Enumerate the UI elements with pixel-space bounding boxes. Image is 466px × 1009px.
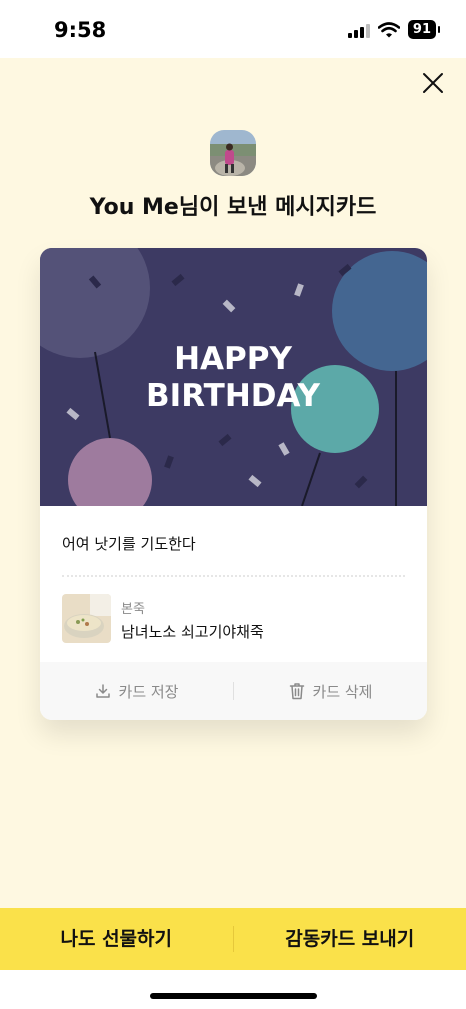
trash-icon: [289, 683, 304, 700]
bottom-action-bar: 나도 선물하기 감동카드 보내기: [0, 908, 466, 970]
home-indicator-area: [0, 970, 466, 1009]
card-art-line1: HAPPY: [174, 341, 292, 377]
send-card-button[interactable]: 감동카드 보내기: [234, 908, 466, 970]
download-icon: [95, 684, 110, 698]
battery-indicator: 91: [407, 20, 441, 39]
card-message: 어여 낫기를 기도한다: [62, 535, 196, 553]
gift-name: 남녀노소 쇠고기야채죽: [121, 623, 264, 641]
delete-card-label: 카드 삭제: [312, 682, 373, 701]
gift-brand: 본죽: [121, 602, 145, 617]
page-title: You Me님이 보낸 메시지카드: [89, 195, 377, 220]
close-icon: [423, 73, 443, 93]
message-card: HAPPY BIRTHDAY 어여 낫기를 기도한다 본죽 남녀노소 쇠고기야채…: [40, 248, 427, 720]
sender-avatar: [210, 130, 256, 176]
card-art-line2: BIRTHDAY: [146, 378, 320, 414]
save-card-label: 카드 저장: [118, 682, 179, 701]
delete-card-button[interactable]: 카드 삭제: [234, 662, 427, 720]
card-actions: 카드 저장 카드 삭제: [40, 662, 427, 720]
wifi-icon: [377, 21, 400, 37]
close-button[interactable]: [418, 68, 448, 98]
birthday-card-image: HAPPY BIRTHDAY: [40, 248, 427, 506]
dotted-divider: [62, 575, 405, 577]
status-icons: 91: [347, 20, 441, 39]
gift-thumbnail: [62, 594, 111, 643]
home-indicator[interactable]: [150, 993, 317, 999]
save-card-button[interactable]: 카드 저장: [40, 662, 233, 720]
cellular-signal-icon: [347, 22, 370, 38]
status-bar: 9:58 91: [0, 0, 466, 58]
status-time: 9:58: [54, 18, 107, 42]
gift-too-button[interactable]: 나도 선물하기: [0, 908, 233, 970]
